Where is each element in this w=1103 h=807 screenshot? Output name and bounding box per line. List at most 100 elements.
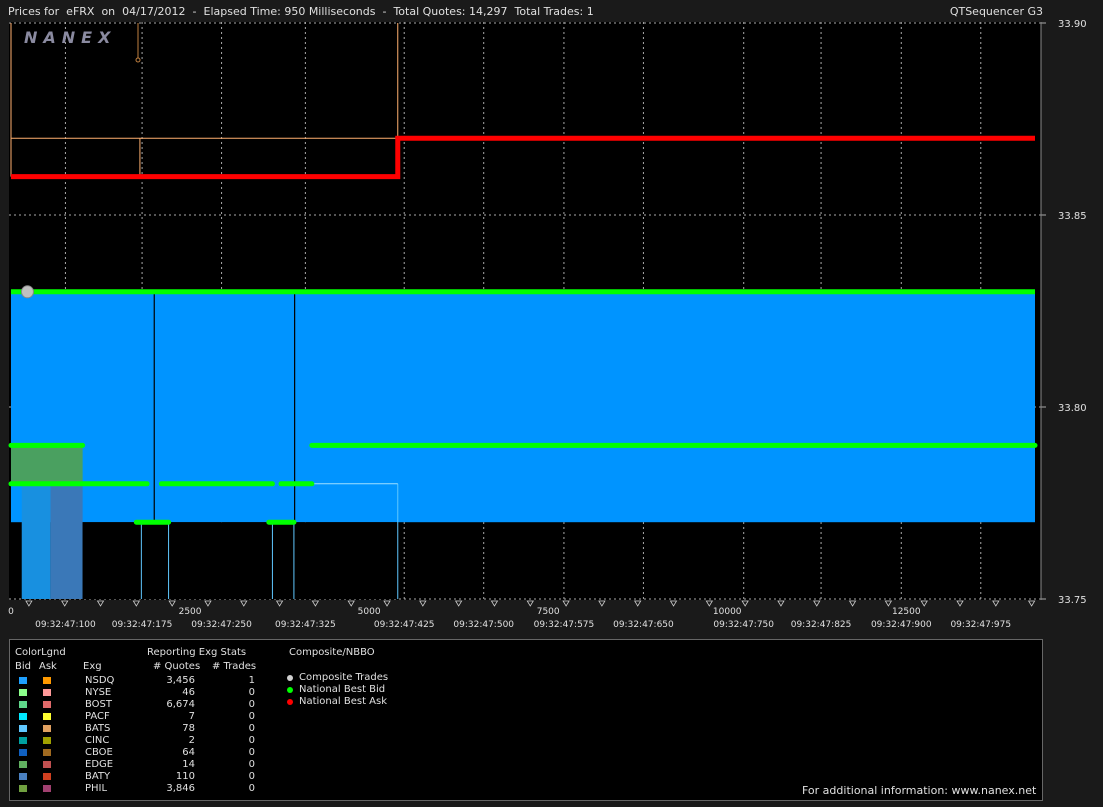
x-axis-marker (490, 600, 499, 607)
bid-color-swatch (19, 677, 27, 684)
bid-color-swatch (19, 689, 27, 696)
ask-color-swatch (43, 761, 51, 768)
nanex-watermark: NANEX (24, 28, 116, 47)
footer-info: For additional information: www.nanex.ne… (802, 784, 1037, 797)
composite-header: Composite/NBBO (289, 647, 375, 658)
legend-panel: ColorLgnd Bid Ask Exg Reporting Exg Stat… (9, 639, 1043, 801)
ask-color-swatch (43, 737, 51, 744)
time-label: 09:32:47:750 (713, 620, 774, 630)
bid-header: Bid (15, 661, 31, 672)
quote-count: 64 (182, 747, 195, 758)
time-label: 09:32:47:175 (112, 620, 173, 630)
exchange-name: NSDQ (85, 675, 115, 686)
ask-color-swatch (43, 689, 51, 696)
composite-legend-label: Composite Trades (299, 672, 389, 683)
quote-count: 110 (175, 771, 195, 782)
x-axis-marker (132, 600, 141, 607)
x-axis-marker (848, 600, 857, 607)
time-label: 09:32:47:825 (791, 620, 852, 630)
ask-color-swatch (43, 785, 51, 792)
x-axis-marker (275, 600, 284, 607)
bid-color-swatch (19, 701, 27, 708)
y-tick-label: 33.85 (1058, 211, 1087, 222)
quote-count: 14 (182, 759, 195, 770)
exchange-name: BOST (85, 699, 113, 710)
stats-header: Reporting Exg Stats (147, 647, 247, 658)
time-label: 09:32:47:975 (950, 620, 1011, 630)
exchange-name: PHIL (85, 783, 108, 794)
quotes-header: # Quotes (153, 661, 201, 672)
bid-color-swatch (19, 749, 27, 756)
x-axis-marker (526, 600, 534, 607)
ask-color-swatch (43, 701, 51, 708)
price-chart: 33.90 33.85 33.80 33.75 09:32:47:100 09:32:47… (8, 19, 1087, 630)
trade-count: 0 (248, 699, 255, 710)
trade-count: 0 (248, 723, 255, 734)
composite-trade-point (20, 285, 34, 299)
bid-color-swatch (19, 725, 27, 732)
x-axis-marker (25, 600, 33, 607)
x-axis-marker (454, 600, 463, 607)
composite-color-dot (287, 699, 293, 705)
x-tick-label: 12500 (892, 607, 921, 617)
exg-header: Exg (83, 661, 102, 672)
exchange-bid-area (21, 483, 51, 599)
x-axis-marker (562, 600, 570, 607)
x-axis-marker (633, 600, 642, 607)
ask-color-swatch (43, 677, 51, 684)
x-axis-marker (1027, 600, 1036, 607)
x-axis-marker (598, 600, 606, 607)
x-axis-marker (383, 600, 391, 607)
bid-band (11, 291, 1035, 523)
time-label: 09:32:47:650 (613, 620, 674, 630)
empty-region (82, 522, 398, 599)
time-label: 09:32:47:425 (374, 620, 435, 630)
x-axis-marker (705, 600, 714, 607)
x-axis-marker (920, 600, 928, 607)
trade-count: 1 (248, 675, 255, 686)
quote-count: 7 (188, 711, 195, 722)
time-label: 09:32:47:325 (275, 620, 336, 630)
time-label: 09:32:47:500 (453, 620, 514, 630)
trade-count: 0 (248, 759, 255, 770)
bid-color-swatch (19, 761, 27, 768)
exchange-name: PACF (85, 711, 110, 722)
x-axis-marker (992, 600, 1000, 607)
time-label: 09:32:47:250 (191, 620, 252, 630)
x-axis-marker (204, 600, 212, 607)
composite-legend-label: National Best Ask (299, 696, 388, 707)
exchange-name: BATS (85, 723, 111, 734)
bid-color-swatch (19, 713, 27, 720)
y-tick-label: 33.75 (1058, 595, 1087, 606)
x-axis-marker (813, 600, 821, 607)
x-tick-label: 2500 (179, 607, 202, 617)
x-axis-marker (347, 600, 355, 607)
exchange-name: CBOE (85, 747, 113, 758)
trade-count: 0 (248, 687, 255, 698)
x-tick-label: 5000 (358, 607, 381, 617)
x-axis-marker (419, 600, 427, 607)
ask-header: Ask (39, 661, 57, 672)
ask-color-swatch (43, 725, 51, 732)
bid-color-swatch (19, 737, 27, 744)
exchange-bid-area (11, 445, 83, 484)
x-axis-marker (168, 600, 176, 607)
time-label: 09:32:47:900 (871, 620, 932, 630)
x-axis-marker (61, 600, 69, 607)
ask-color-swatch (43, 713, 51, 720)
bid-color-swatch (19, 785, 27, 792)
exchange-bid-area (50, 483, 83, 599)
trade-count: 0 (248, 747, 255, 758)
trades-header: # Trades (212, 661, 257, 672)
y-tick-label: 33.80 (1058, 403, 1087, 414)
x-axis-marker (240, 600, 248, 607)
time-label: 09:32:47:100 (35, 620, 96, 630)
trade-count: 0 (248, 783, 255, 794)
x-tick-label: 10000 (713, 607, 742, 617)
composite-legend-label: National Best Bid (299, 684, 386, 695)
x-axis-marker (311, 600, 320, 607)
ask-color-swatch (43, 749, 51, 756)
trade-count: 0 (248, 735, 255, 746)
quote-count: 3,846 (166, 783, 195, 794)
quote-count: 2 (188, 735, 195, 746)
